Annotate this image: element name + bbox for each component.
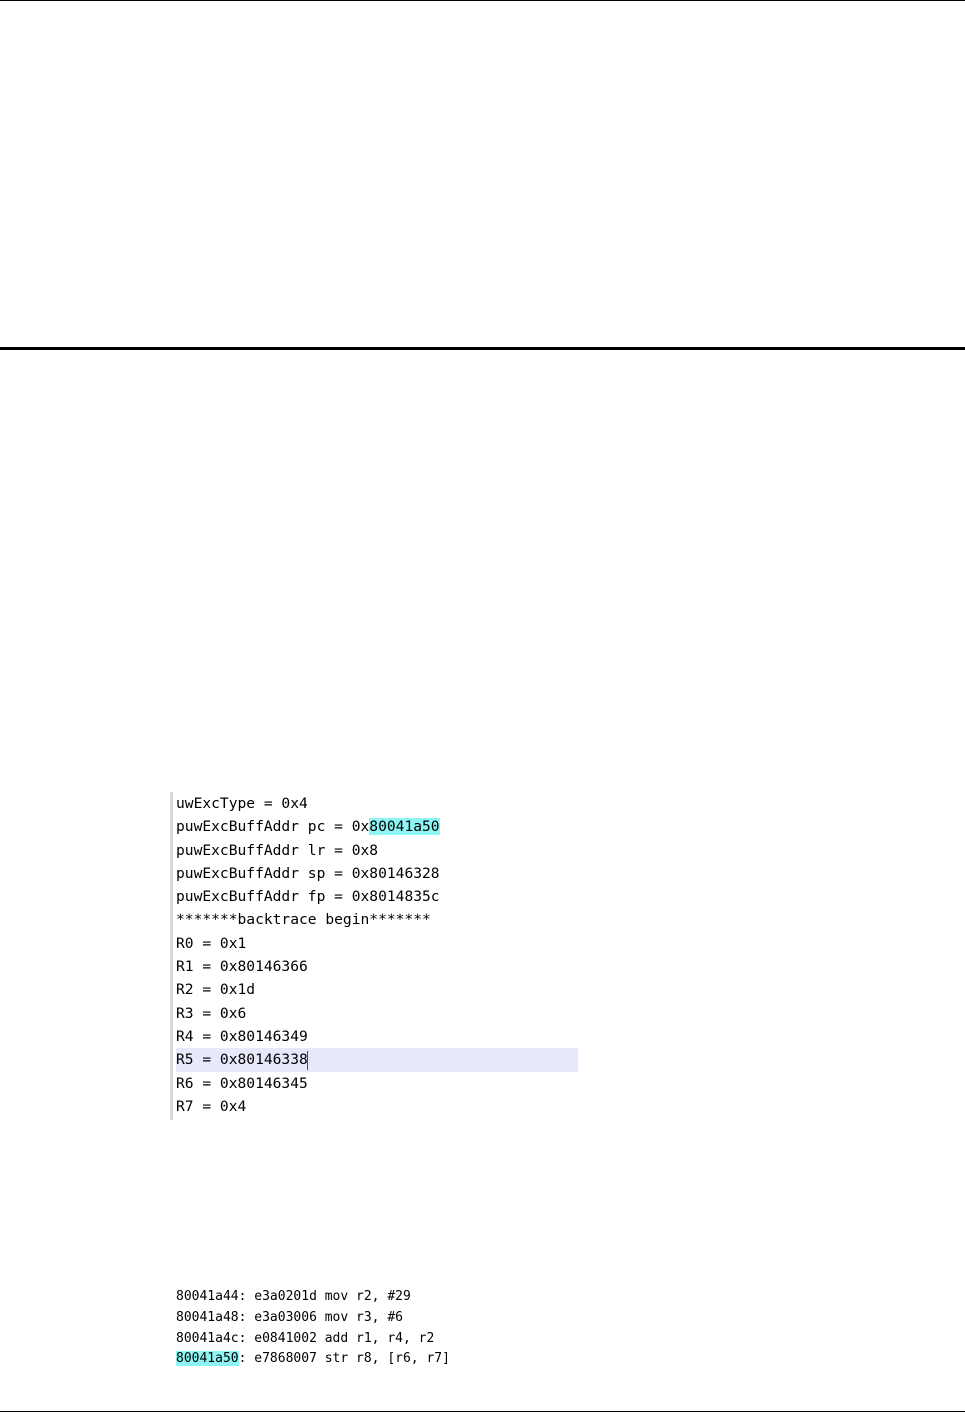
code-line-r6: R6 = 0x80146345	[176, 1072, 578, 1095]
code-line-pc: puwExcBuffAddr pc = 0x80041a50	[176, 815, 578, 838]
code-line-r1: R1 = 0x80146366	[176, 955, 578, 978]
register-dump-editor: uwExcType = 0x4 puwExcBuffAddr pc = 0x80…	[170, 792, 578, 1120]
page-top-rule	[0, 0, 965, 1]
asm-instruction: : e3a0201d mov r2, #29	[238, 1289, 411, 1304]
search-highlight: 80041a50	[369, 818, 440, 836]
code-text: R3 = 0x6	[176, 1004, 247, 1022]
code-text: uwExcType = 0x4	[176, 795, 308, 812]
header-separator-rule	[0, 347, 965, 350]
asm-instruction: : e3a03006 mov r3, #6	[238, 1309, 403, 1325]
code-text: puwExcBuffAddr sp = 0x80146328	[176, 864, 440, 882]
code-text: puwExcBuffAddr pc = 0x	[176, 818, 370, 836]
code-text: R7 = 0x4	[176, 1097, 247, 1115]
asm-line: 80041a48: e3a03006 mov r3, #6	[176, 1308, 576, 1329]
code-text: R1 = 0x80146366	[176, 958, 308, 976]
asm-instruction: : e7868007 str r8, [r6, r7]	[238, 1351, 450, 1367]
asm-address: 80041a4c	[176, 1330, 239, 1346]
code-text: R4 = 0x80146349	[176, 1027, 308, 1045]
editor-lines: uwExcType = 0x4 puwExcBuffAddr pc = 0x80…	[176, 792, 578, 1118]
code-text: *******backtrace begin*******	[176, 911, 431, 929]
code-line-r5-current[interactable]: R5 = 0x80146338	[176, 1048, 578, 1072]
code-line-exc-type: uwExcType = 0x4	[176, 792, 578, 815]
code-line-r2: R2 = 0x1d	[176, 978, 578, 1001]
editor-gutter	[170, 792, 173, 1120]
asm-line-faulting: 80041a50: e7868007 str r8, [r6, r7]	[176, 1349, 576, 1370]
code-line-r4: R4 = 0x80146349	[176, 1025, 578, 1048]
code-text: puwExcBuffAddr fp = 0x8014835c	[176, 888, 440, 906]
code-line-backtrace-begin: *******backtrace begin*******	[176, 908, 578, 931]
asm-address: 80041a48	[176, 1309, 239, 1325]
code-text: R5 = 0x80146338	[176, 1051, 308, 1069]
text-caret	[306, 1050, 308, 1070]
code-text: R6 = 0x80146345	[176, 1074, 308, 1092]
code-line-fp: puwExcBuffAddr fp = 0x8014835c	[176, 885, 578, 908]
asm-line: 80041a44: e3a0201d mov r2, #29	[176, 1287, 576, 1308]
disassembly-listing: 80041a44: e3a0201d mov r2, #29 80041a48:…	[176, 1287, 576, 1370]
code-line-lr: puwExcBuffAddr lr = 0x8	[176, 839, 578, 862]
code-line-r3: R3 = 0x6	[176, 1002, 578, 1025]
code-text: R2 = 0x1d	[176, 981, 256, 999]
code-line-r7: R7 = 0x4	[176, 1095, 578, 1118]
asm-address: 80041a44	[176, 1289, 239, 1304]
code-text: R0 = 0x1	[176, 934, 247, 952]
asm-instruction: : e0841002 add r1, r4, r2	[238, 1330, 435, 1346]
asm-address-highlighted: 80041a50	[176, 1351, 239, 1367]
asm-line: 80041a4c: e0841002 add r1, r4, r2	[176, 1329, 576, 1350]
code-line-sp: puwExcBuffAddr sp = 0x80146328	[176, 862, 578, 885]
code-line-r0: R0 = 0x1	[176, 932, 578, 955]
code-text: puwExcBuffAddr lr = 0x8	[176, 841, 379, 859]
page-bottom-rule	[0, 1411, 965, 1412]
